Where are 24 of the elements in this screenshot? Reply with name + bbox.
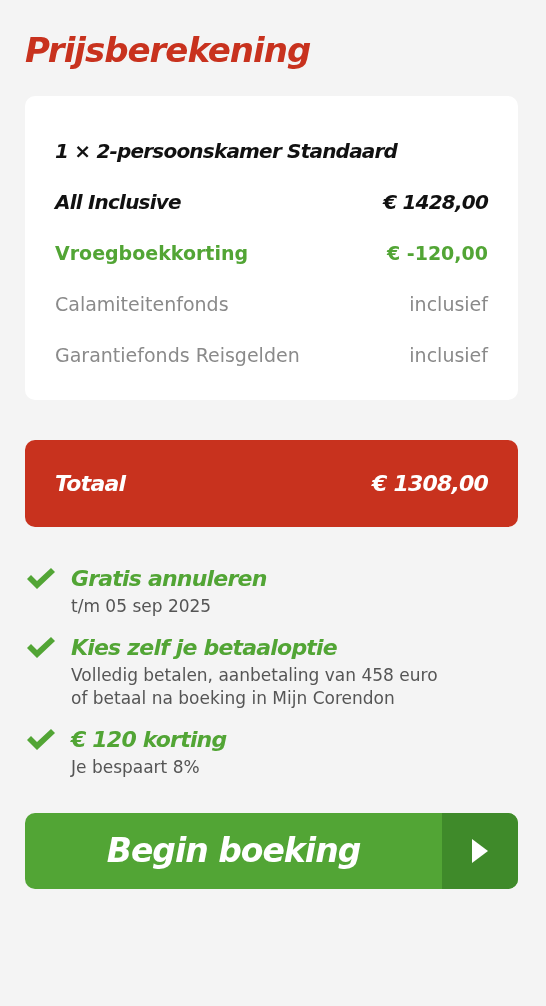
line-label: Garantiefonds Reisgelden bbox=[55, 342, 300, 368]
benefit-title: Gratis annuleren bbox=[71, 564, 267, 593]
benefit-description: t/m 05 sep 2025 bbox=[71, 594, 213, 618]
total-label: Totaal bbox=[55, 470, 126, 496]
line-label: Calamiteitenfonds bbox=[55, 291, 229, 317]
line-label: All Inclusive bbox=[55, 188, 181, 216]
benefit-title: € 120 korting bbox=[71, 725, 227, 754]
benefit-description: of betaal na boeking in Mijn Corendon bbox=[71, 686, 396, 710]
line-value: inclusief bbox=[409, 342, 488, 368]
check-icon bbox=[25, 727, 57, 752]
benefit-description: Volledig betalen, aanbetaling van 458 euro bbox=[71, 663, 438, 687]
begin-booking-button[interactable]: Begin boeking bbox=[25, 812, 518, 889]
check-icon bbox=[25, 566, 57, 591]
line-value: inclusief bbox=[409, 291, 488, 317]
page-title: Prijsberekening bbox=[25, 30, 312, 71]
line-value: € -120,00 bbox=[386, 240, 488, 266]
play-icon bbox=[470, 836, 490, 865]
line-label: 1 × 2-persoonskamer Standaard bbox=[55, 137, 398, 165]
benefit-title: Kies zelf je betaaloptie bbox=[71, 633, 338, 662]
check-icon bbox=[25, 635, 57, 660]
benefit-description: Je bespaart 8% bbox=[71, 755, 201, 779]
line-label: Vroegboekkorting bbox=[55, 240, 249, 266]
total-value: € 1308,00 bbox=[372, 470, 488, 496]
line-value: € 1428,00 bbox=[383, 188, 488, 216]
